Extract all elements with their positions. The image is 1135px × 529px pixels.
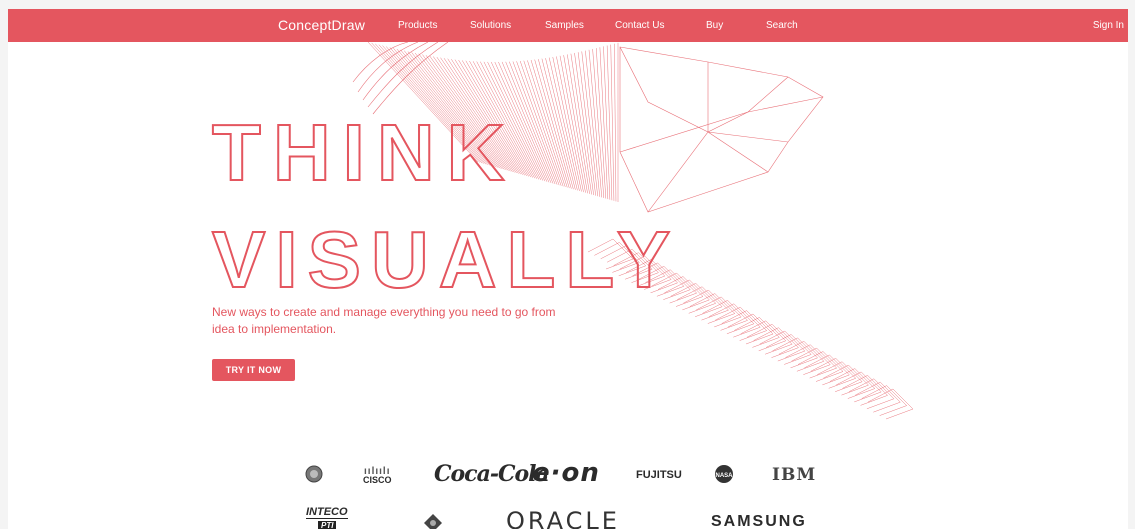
page: ConceptDraw Products Solutions Samples C…: [8, 9, 1128, 529]
tagline-line-1: New ways to create and manage everything…: [212, 305, 556, 319]
eon-logo: e·on: [532, 458, 600, 488]
hero-tagline: New ways to create and manage everything…: [212, 304, 592, 338]
headline-think: THINK: [212, 108, 516, 197]
oracle-logo: ORACLE: [506, 507, 620, 529]
samsung-logo: SAMSUNG: [711, 513, 807, 529]
sign-in-link[interactable]: Sign In: [1093, 9, 1124, 42]
nav-buy[interactable]: Buy: [706, 9, 723, 42]
headline-visually: VISUALLY: [212, 215, 680, 304]
fujitsu-logo: FUJITSU: [636, 469, 682, 481]
top-navbar: ConceptDraw Products Solutions Samples C…: [8, 9, 1128, 42]
inteco-logo: INTECO PTI: [306, 506, 348, 529]
try-it-now-button[interactable]: TRY IT NOW: [212, 359, 295, 381]
nav-search[interactable]: Search: [766, 9, 798, 42]
nasa-logo-icon: NASA: [715, 465, 733, 483]
brand-logo[interactable]: ConceptDraw: [278, 9, 365, 42]
nav-contact-us[interactable]: Contact Us: [615, 9, 664, 42]
nav-products[interactable]: Products: [398, 9, 437, 42]
seal-logo-icon: [305, 465, 323, 483]
hero-artwork: THINK VISUALLY: [211, 42, 914, 420]
cisco-logo: ıılıılı CISCO: [363, 466, 392, 485]
nav-solutions[interactable]: Solutions: [470, 9, 511, 42]
tagline-line-2: idea to implementation.: [212, 322, 337, 336]
svg-text:NASA: NASA: [715, 473, 733, 479]
nav-samples[interactable]: Samples: [545, 9, 584, 42]
ibm-logo: IBM: [772, 465, 817, 485]
diamond-logo-icon: [424, 514, 442, 529]
